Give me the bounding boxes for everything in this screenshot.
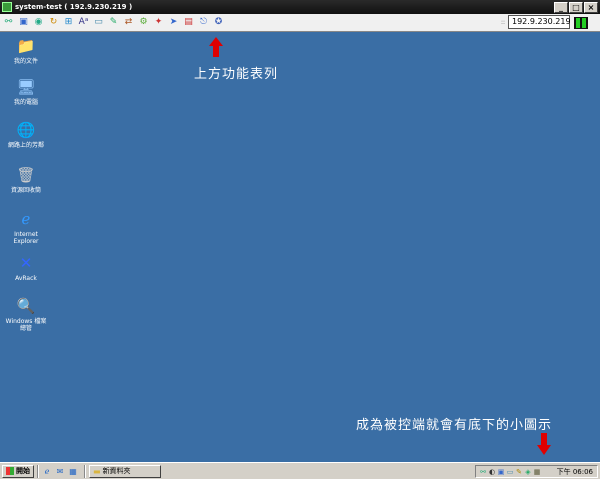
refresh-icon[interactable]: ↻: [47, 16, 60, 29]
desktop-item-label: AvRack: [15, 275, 37, 282]
desktop-item-label: Internet Explorer: [13, 231, 39, 245]
logout-icon[interactable]: ⎋: [197, 16, 210, 29]
system-tray: ⚯ ◐ ▣ ▭ ✎ ◈ ▦ 下午 06:06: [475, 465, 598, 478]
tray-volume-icon[interactable]: ◐: [488, 467, 496, 476]
recycle-bin-icon: 🗑: [16, 166, 36, 184]
app-icon: [2, 2, 12, 12]
desktop-item[interactable]: ℯ Internet Explorer: [4, 209, 48, 245]
toolbar-buttons: ⚯ ▣ ◉ ↻ ⊞ Aᵃ ▭ ✎ ⇄ ⚙ ✦ ➤ ▤ ⎋ ✪: [0, 16, 225, 29]
minimize-button[interactable]: _: [554, 1, 568, 13]
tray-monitor-icon[interactable]: ▭: [506, 467, 514, 476]
my-documents-icon: 📁: [16, 37, 36, 55]
windows-flag-icon: [6, 467, 14, 475]
desktop-item[interactable]: ✕ AvRack: [4, 253, 48, 282]
network-places-icon: 🌐: [16, 121, 36, 139]
signal-icon: [574, 17, 588, 29]
desktop-item-label: 我的電腦: [13, 99, 38, 106]
start-label: 開始: [16, 467, 30, 475]
tray-shield-icon[interactable]: ◈: [524, 467, 532, 476]
tray-network-icon[interactable]: ⚯: [479, 467, 487, 476]
taskbar-separator: [37, 464, 39, 478]
internet-explorer-icon: ℯ: [21, 210, 31, 228]
desktop-item[interactable]: 🔍 Windows 檔案總管: [4, 296, 48, 332]
desktop-item[interactable]: 🖥 我的電腦: [4, 77, 48, 106]
network-icon[interactable]: ⊞: [62, 16, 75, 29]
window-controls: _ □ ×: [554, 1, 598, 13]
desktop-item-label: 網路上的芳鄰: [7, 142, 44, 149]
settings-icon[interactable]: ✦: [152, 16, 165, 29]
clock[interactable]: 下午 06:06: [557, 467, 593, 477]
ie-quicklaunch-icon[interactable]: ℯ: [42, 466, 52, 476]
tray-controlled-icon[interactable]: ▦: [533, 467, 541, 476]
toolbar-annotation: 上方功能表列: [194, 67, 279, 82]
transfer-icon[interactable]: ⇄: [122, 16, 135, 29]
tools-icon[interactable]: ⚙: [137, 16, 150, 29]
capture-icon[interactable]: ▤: [182, 16, 195, 29]
send-icon[interactable]: ➤: [167, 16, 180, 29]
function-toolbar: ⚯ ▣ ◉ ↻ ⊞ Aᵃ ▭ ✎ ⇄ ⚙ ✦ ➤ ▤ ⎋ ✪ :: 192.9.230.219: [0, 14, 600, 32]
desktop-item[interactable]: 📁 我的文件: [4, 36, 48, 65]
desktop-item[interactable]: 🌐 網路上的芳鄰: [4, 120, 48, 149]
monitor-icon[interactable]: ▭: [92, 16, 105, 29]
help-icon[interactable]: ✪: [212, 16, 225, 29]
taskbar-item-label: 新資料夾: [102, 467, 131, 475]
window-title: system-test ( 192.9.230.219 ): [15, 3, 133, 11]
taskbar-item-new-folder[interactable]: ▬ 新資料夾: [89, 464, 161, 478]
outlook-quicklaunch-icon[interactable]: ✉: [55, 466, 65, 476]
globe-icon[interactable]: ◉: [32, 16, 45, 29]
folder-icon: ▬: [93, 466, 101, 476]
tray-icons: ⚯ ◐ ▣ ▭ ✎ ◈ ▦: [479, 467, 541, 476]
window-title-bar: system-test ( 192.9.230.219 ) _ □ ×: [0, 0, 600, 14]
windows-explorer-icon: 🔍: [16, 297, 36, 315]
desktop-item-label: 我的文件: [13, 58, 38, 65]
down-arrow-icon: [537, 433, 551, 455]
tray-pen-icon[interactable]: ✎: [515, 467, 523, 476]
avrack-icon: ✕: [19, 254, 33, 272]
quick-launch: ℯ ✉ ▦: [42, 466, 81, 476]
text-icon[interactable]: Aᵃ: [77, 16, 90, 29]
chat-icon[interactable]: ✎: [107, 16, 120, 29]
desktop-item-label: 資源回收筒: [10, 187, 41, 194]
desktop-item-label: Windows 檔案總管: [5, 318, 47, 332]
ip-area: :: 192.9.230.219: [500, 15, 571, 29]
taskbar: 開始 ℯ ✉ ▦ ▬ 新資料夾 ⚯ ◐ ▣ ▭ ✎ ◈ ▦ 下午 06:06: [0, 462, 600, 479]
desktop-quicklaunch-icon[interactable]: ▦: [68, 466, 78, 476]
tray-remote-icon[interactable]: ▣: [497, 467, 505, 476]
up-arrow-icon: [209, 37, 223, 57]
my-computer-icon: 🖥: [16, 78, 36, 96]
tray-annotation: 成為被控端就會有底下的小圖示: [356, 418, 553, 433]
desktop-item[interactable]: 🗑 資源回收筒: [4, 165, 48, 194]
close-button[interactable]: ×: [584, 1, 598, 13]
ip-grip: ::: [500, 18, 505, 26]
maximize-button[interactable]: □: [569, 1, 583, 13]
connect-icon[interactable]: ⚯: [2, 16, 15, 29]
start-button[interactable]: 開始: [2, 464, 34, 478]
taskbar-separator: [84, 464, 86, 478]
display-icon[interactable]: ▣: [17, 16, 30, 29]
ip-address-field[interactable]: 192.9.230.219: [508, 15, 571, 29]
